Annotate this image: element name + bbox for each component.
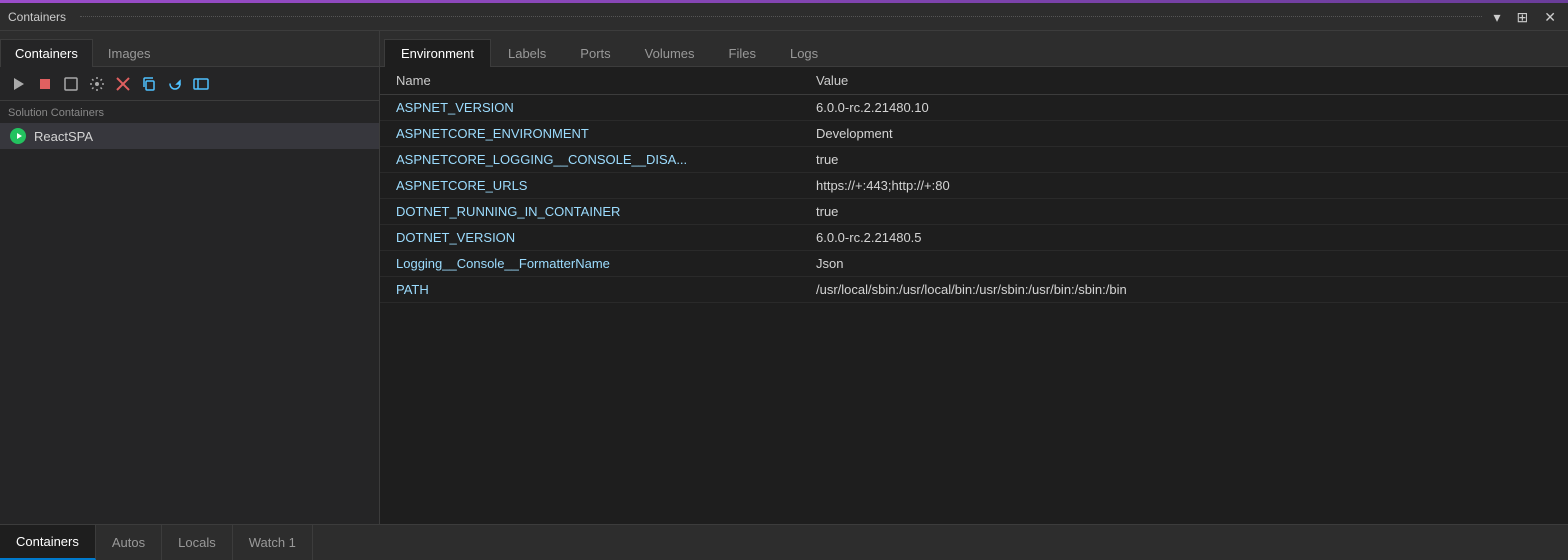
row-name: DOTNET_RUNNING_IN_CONTAINER	[396, 204, 816, 219]
tab-volumes[interactable]: Volumes	[628, 39, 712, 67]
bottom-bar: Containers Autos Locals Watch 1	[0, 524, 1568, 560]
table-body: ASPNET_VERSION 6.0.0-rc.2.21480.10 ASPNE…	[380, 95, 1568, 303]
copy-button[interactable]	[138, 73, 160, 95]
run-icon	[10, 128, 26, 144]
table-row: ASPNETCORE_URLS https://+:443;http://+:8…	[380, 173, 1568, 199]
table-row: Logging__Console__FormatterName Json	[380, 251, 1568, 277]
row-value: Json	[816, 256, 1552, 271]
attach-button[interactable]	[190, 73, 212, 95]
container-name: ReactSPA	[34, 129, 93, 144]
env-table: Name Value ASPNET_VERSION 6.0.0-rc.2.214…	[380, 67, 1568, 524]
tab-containers[interactable]: Containers	[0, 39, 93, 67]
dropdown-btn[interactable]: ▾	[1490, 8, 1505, 26]
row-value: /usr/local/sbin:/usr/local/bin:/usr/sbin…	[816, 282, 1552, 297]
row-name: PATH	[396, 282, 816, 297]
bottom-tab-autos[interactable]: Autos	[96, 525, 162, 560]
header-name: Name	[396, 73, 816, 88]
bottom-tab-containers[interactable]: Containers	[0, 525, 96, 560]
container-item[interactable]: ReactSPA	[0, 123, 379, 149]
container-list: ReactSPA	[0, 123, 379, 524]
row-name: ASPNETCORE_LOGGING__CONSOLE__DISA...	[396, 152, 816, 167]
row-name: ASPNETCORE_URLS	[396, 178, 816, 193]
title-bar-controls: ▾ ⊞ ✕	[1490, 8, 1561, 26]
left-tab-bar: Containers Images	[0, 31, 379, 67]
row-value: 6.0.0-rc.2.21480.5	[816, 230, 1552, 245]
tab-logs[interactable]: Logs	[773, 39, 835, 67]
settings-button[interactable]	[86, 73, 108, 95]
row-value: true	[816, 204, 1552, 219]
toolbar	[0, 67, 379, 101]
table-row: ASPNETCORE_LOGGING__CONSOLE__DISA... tru…	[380, 147, 1568, 173]
refresh-button[interactable]	[164, 73, 186, 95]
table-row: DOTNET_RUNNING_IN_CONTAINER true	[380, 199, 1568, 225]
table-header: Name Value	[380, 67, 1568, 95]
main-content: Containers Images	[0, 31, 1568, 524]
tab-environment[interactable]: Environment	[384, 39, 491, 67]
title-bar: Containers ▾ ⊞ ✕	[0, 3, 1568, 31]
title-dots	[80, 16, 1481, 17]
row-value: https://+:443;http://+:80	[816, 178, 1552, 193]
header-value: Value	[816, 73, 1552, 88]
right-panel: Environment Labels Ports Volumes Files L…	[380, 31, 1568, 524]
section-label: Solution Containers	[0, 101, 379, 123]
table-row: ASPNETCORE_ENVIRONMENT Development	[380, 121, 1568, 147]
tab-ports[interactable]: Ports	[563, 39, 627, 67]
row-value: true	[816, 152, 1552, 167]
table-row: ASPNET_VERSION 6.0.0-rc.2.21480.10	[380, 95, 1568, 121]
row-value: Development	[816, 126, 1552, 141]
tab-labels[interactable]: Labels	[491, 39, 563, 67]
pin-btn[interactable]: ⊞	[1513, 8, 1533, 26]
row-name: ASPNETCORE_ENVIRONMENT	[396, 126, 816, 141]
title-text: Containers	[8, 10, 66, 24]
tab-files[interactable]: Files	[712, 39, 773, 67]
row-value: 6.0.0-rc.2.21480.10	[816, 100, 1552, 115]
bottom-tab-locals[interactable]: Locals	[162, 525, 233, 560]
delete-button[interactable]	[112, 73, 134, 95]
close-btn[interactable]: ✕	[1540, 8, 1560, 26]
tab-images[interactable]: Images	[93, 39, 166, 67]
right-tab-bar: Environment Labels Ports Volumes Files L…	[380, 31, 1568, 67]
table-row: DOTNET_VERSION 6.0.0-rc.2.21480.5	[380, 225, 1568, 251]
row-name: ASPNET_VERSION	[396, 100, 816, 115]
terminal-button[interactable]	[60, 73, 82, 95]
bottom-tab-watch[interactable]: Watch 1	[233, 525, 313, 560]
start-button[interactable]	[8, 73, 30, 95]
row-name: DOTNET_VERSION	[396, 230, 816, 245]
stop-button[interactable]	[34, 73, 56, 95]
table-row: PATH /usr/local/sbin:/usr/local/bin:/usr…	[380, 277, 1568, 303]
row-name: Logging__Console__FormatterName	[396, 256, 816, 271]
left-panel: Containers Images	[0, 31, 380, 524]
